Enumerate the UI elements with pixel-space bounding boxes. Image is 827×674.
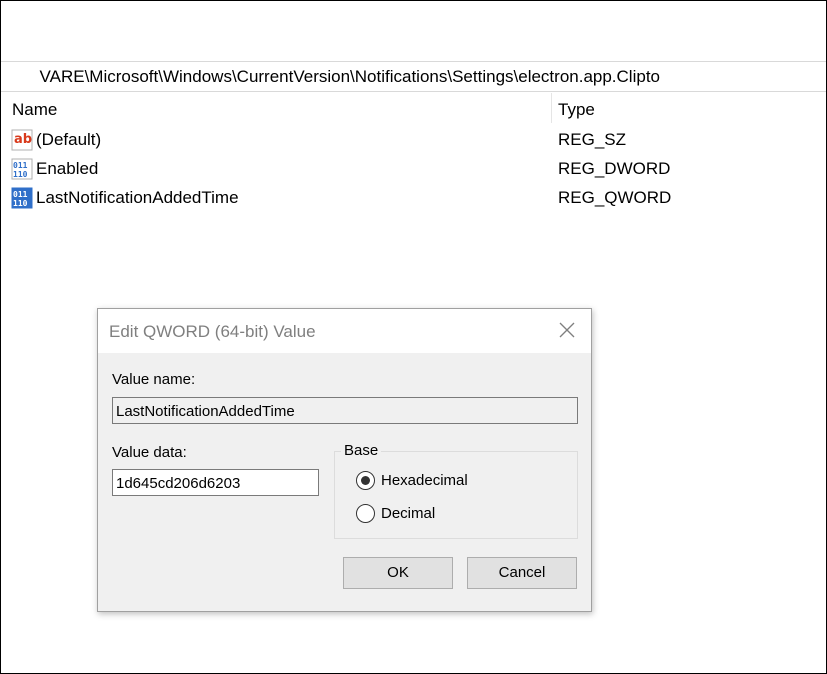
string-value-icon: ab — [11, 129, 33, 151]
list-header: Name Type — [1, 93, 826, 123]
decimal-label[interactable]: Decimal — [381, 505, 435, 522]
edit-qword-dialog: Edit QWORD (64-bit) Value Value name: La… — [97, 308, 592, 612]
cancel-button[interactable]: Cancel — [467, 557, 577, 589]
svg-text:ab: ab — [14, 132, 32, 147]
value-name: LastNotificationAddedTime — [36, 188, 239, 207]
svg-text:110: 110 — [13, 170, 28, 179]
window-top-area — [1, 1, 826, 62]
radio-selected-dot — [361, 476, 370, 485]
ok-button[interactable]: OK — [343, 557, 453, 589]
base-label: Base — [341, 442, 382, 459]
address-bar[interactable]: VARE\Microsoft\Windows\CurrentVersion\No… — [1, 62, 826, 92]
value-row-default[interactable]: ab (Default) REG_SZ — [1, 125, 826, 154]
value-name-label: Value name: — [112, 371, 196, 388]
base-groupbox: Base Hexadecimal Decimal — [334, 442, 578, 539]
value-data-label: Value data: — [112, 444, 187, 461]
close-icon[interactable] — [557, 320, 577, 340]
svg-text:011: 011 — [13, 161, 28, 170]
value-type: REG_QWORD — [558, 188, 672, 207]
hexadecimal-label[interactable]: Hexadecimal — [381, 472, 468, 489]
hexadecimal-radio[interactable] — [356, 471, 375, 490]
binary-value-icon: 011 110 — [11, 187, 33, 209]
column-header-name[interactable]: Name — [12, 100, 57, 120]
value-row-enabled[interactable]: 011 110 Enabled REG_DWORD — [1, 154, 826, 183]
column-header-type[interactable]: Type — [558, 100, 595, 120]
value-data-input[interactable]: 1d645cd206d6203 — [112, 469, 319, 496]
svg-text:011: 011 — [13, 190, 28, 199]
dialog-title: Edit QWORD (64-bit) Value — [109, 322, 316, 341]
address-path: VARE\Microsoft\Windows\CurrentVersion\No… — [39, 67, 660, 86]
value-type: REG_SZ — [558, 130, 627, 149]
decimal-radio[interactable] — [356, 504, 375, 523]
svg-text:110: 110 — [13, 199, 28, 208]
value-name: Enabled — [36, 159, 99, 178]
value-row-last-notification[interactable]: 011 110 LastNotificationAddedTime REG_QW… — [1, 183, 826, 212]
dialog-titlebar[interactable]: Edit QWORD (64-bit) Value — [98, 309, 591, 353]
value-name: (Default) — [36, 130, 102, 149]
value-type: REG_DWORD — [558, 159, 671, 178]
value-name-field: LastNotificationAddedTime — [112, 397, 578, 424]
column-divider[interactable] — [551, 93, 552, 123]
binary-value-icon: 011 110 — [11, 158, 33, 180]
